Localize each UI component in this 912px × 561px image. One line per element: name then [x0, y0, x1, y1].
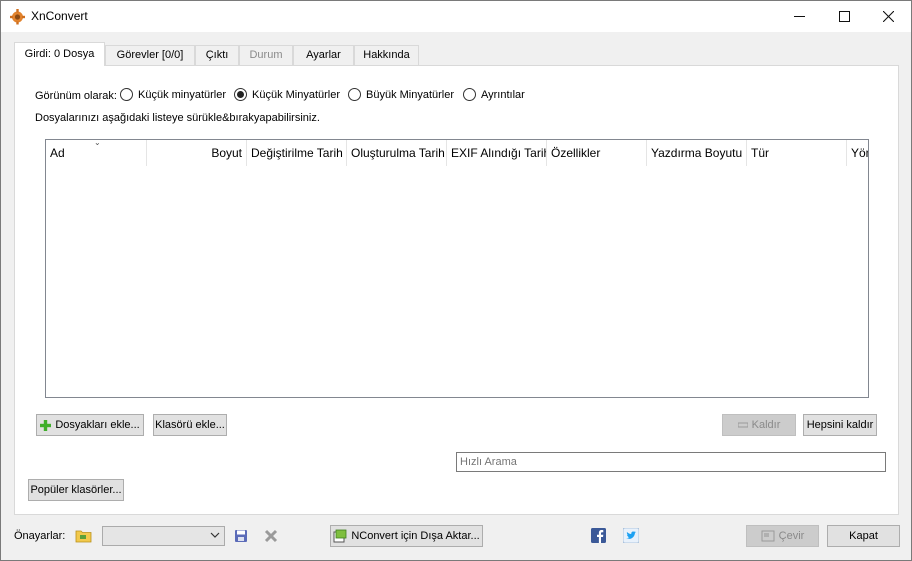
- column-orientation[interactable]: Yön: [847, 140, 868, 166]
- tab-status[interactable]: Durum: [239, 45, 293, 65]
- window-title: XnConvert: [31, 9, 88, 23]
- column-exif-date[interactable]: EXIF Alındığı Tarih: [447, 140, 547, 166]
- radio-large-thumbnails[interactable]: Büyük Minyatürler: [348, 88, 454, 101]
- column-created-date[interactable]: Oluşturulma Tarih: [347, 140, 447, 166]
- radio-circle[interactable]: [120, 88, 133, 101]
- column-print-size[interactable]: Yazdırma Boyutu: [647, 140, 747, 166]
- file-list[interactable]: ⌄ Ad Boyut Değiştirilme Tarih Oluşturulm…: [45, 139, 869, 398]
- save-preset-icon[interactable]: [233, 528, 249, 544]
- popular-folders-button[interactable]: Popüler klasörler...: [28, 479, 124, 501]
- export-nconvert-button[interactable]: NConvert için Dışa Aktar...: [330, 525, 483, 547]
- minimize-icon: [793, 15, 805, 17]
- tab-input[interactable]: Girdi: 0 Dosya: [14, 42, 105, 66]
- radio-small-thumbnails-alt[interactable]: Küçük Minyatürler: [234, 88, 340, 101]
- remove-label: Kaldır: [751, 419, 781, 431]
- radio-small-thumbnails[interactable]: Küçük minyatürler: [120, 88, 226, 101]
- tab-tasks[interactable]: Görevler [0/0]: [105, 45, 195, 65]
- view-mode-label: Görünüm olarak:: [35, 90, 117, 102]
- convert-label: Çevir: [778, 530, 805, 542]
- tab-settings[interactable]: Ayarlar: [293, 45, 354, 65]
- convert-icon: [761, 530, 775, 542]
- radio-label: Büyük Minyatürler: [366, 88, 455, 101]
- column-name[interactable]: Ad: [46, 140, 147, 166]
- tab-about[interactable]: Hakkında: [354, 45, 419, 65]
- minimize-button[interactable]: [776, 1, 822, 31]
- twitter-icon[interactable]: [622, 527, 640, 544]
- export-icon: [333, 529, 347, 543]
- title-bar: XnConvert: [1, 1, 911, 32]
- maximize-icon: [838, 10, 850, 22]
- column-size[interactable]: Boyut: [147, 140, 247, 166]
- column-modified-date[interactable]: Değiştirilme Tarih: [247, 140, 347, 166]
- add-folder-button[interactable]: Klasörü ekle...: [153, 414, 227, 436]
- column-properties[interactable]: Özellikler: [547, 140, 647, 166]
- minus-icon: [737, 422, 748, 428]
- radio-details[interactable]: Ayrıntılar: [463, 88, 525, 101]
- app-window: XnConvert Girdi: 0 Dosya Görevler [0/0] …: [0, 0, 912, 561]
- radio-circle[interactable]: [463, 88, 476, 101]
- xnconvert-logo-icon: [9, 8, 26, 25]
- convert-button[interactable]: Çevir: [746, 525, 819, 547]
- delete-preset-icon[interactable]: [263, 528, 279, 544]
- tab-output[interactable]: Çıktı: [195, 45, 239, 65]
- close-icon: [882, 10, 894, 22]
- maximize-button[interactable]: [821, 1, 867, 31]
- close-window-button[interactable]: [865, 1, 911, 31]
- column-type[interactable]: Tür: [747, 140, 847, 166]
- chevron-down-icon: [210, 530, 220, 543]
- radio-label: Küçük Minyatürler: [252, 88, 341, 101]
- presets-label: Önayarlar:: [14, 530, 66, 542]
- radio-circle-selected[interactable]: [234, 88, 247, 101]
- drag-drop-hint: Dosyalarınızı aşağıdaki listeye sürükle&…: [35, 112, 320, 124]
- file-list-header: ⌄ Ad Boyut Değiştirilme Tarih Oluşturulm…: [46, 140, 868, 166]
- facebook-icon[interactable]: [591, 528, 607, 544]
- quick-search-input[interactable]: [456, 452, 886, 472]
- open-folder-icon[interactable]: [75, 528, 92, 546]
- close-button[interactable]: Kapat: [827, 525, 900, 547]
- export-label: NConvert için Dışa Aktar...: [351, 530, 480, 542]
- input-panel: Görünüm olarak: Küçük minyatürler Küçük …: [14, 65, 899, 515]
- add-files-button[interactable]: Dosyakları ekle...: [36, 414, 144, 436]
- remove-all-button[interactable]: Hepsini kaldır: [803, 414, 877, 436]
- add-plus-icon: [40, 419, 52, 431]
- add-files-label: Dosyakları ekle...: [55, 419, 140, 431]
- remove-button[interactable]: Kaldır: [722, 414, 796, 436]
- radio-circle[interactable]: [348, 88, 361, 101]
- preset-combo[interactable]: [102, 526, 225, 546]
- radio-label: Küçük minyatürler: [138, 88, 227, 101]
- radio-label: Ayrıntılar: [481, 88, 525, 101]
